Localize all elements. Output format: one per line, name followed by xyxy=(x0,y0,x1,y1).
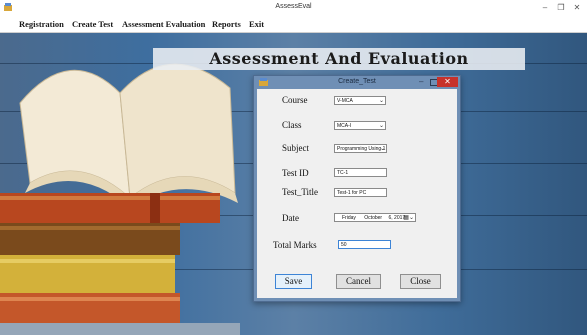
chevron-down-icon: ⌄ xyxy=(378,123,384,129)
page-heading: Assessment And Evaluation xyxy=(209,49,469,68)
calendar-icon[interactable]: ▦⌄ xyxy=(403,214,414,221)
course-value: V-MCA xyxy=(337,98,353,104)
course-select[interactable]: V-MCA ⌄ xyxy=(334,96,386,105)
chevron-down-icon: ⌄ xyxy=(379,146,385,152)
restore-icon[interactable]: ❐ xyxy=(556,2,566,14)
subject-value: Programming Using 1 xyxy=(337,146,386,152)
date-label: Date xyxy=(282,213,299,223)
date-picker[interactable]: Friday October 6, 2017 ▦⌄ xyxy=(334,213,416,222)
subject-select[interactable]: Programming Using 1 ⌄ xyxy=(334,144,387,153)
chevron-down-icon: ⌄ xyxy=(378,98,384,104)
class-select[interactable]: MCA-I ⌄ xyxy=(334,121,386,130)
test-title-label: Test_Title xyxy=(282,187,319,197)
total-marks-label: Total Marks xyxy=(273,240,317,250)
minimize-icon[interactable]: – xyxy=(419,78,423,86)
menu-assessment-evaluation[interactable]: Assessment Evaluation xyxy=(122,19,205,29)
close-icon[interactable]: ✕ xyxy=(437,77,458,87)
class-label: Class xyxy=(282,120,302,130)
course-label: Course xyxy=(282,95,308,105)
save-button[interactable]: Save xyxy=(275,274,312,289)
menu-exit[interactable]: Exit xyxy=(249,19,264,29)
date-day: Friday xyxy=(342,215,356,221)
page-heading-banner: Assessment And Evaluation xyxy=(153,48,525,70)
menu-registration[interactable]: Registration xyxy=(19,19,64,29)
date-month: October xyxy=(364,215,383,221)
cancel-button[interactable]: Cancel xyxy=(336,274,381,289)
menu-create-test[interactable]: Create Test xyxy=(72,19,113,29)
create-test-dialog: Create_Test – ✕ Course V-MCA ⌄ Class MCA… xyxy=(253,75,461,302)
test-id-input[interactable]: TC-1 xyxy=(334,168,387,177)
books-illustration xyxy=(0,63,240,335)
minimize-icon[interactable]: – xyxy=(540,2,550,14)
subject-label: Subject xyxy=(282,143,309,153)
dialog-title-bar[interactable]: Create_Test – ✕ xyxy=(254,76,460,89)
menu-reports[interactable]: Reports xyxy=(212,19,241,29)
menu-bar: Registration Create Test Assessment Eval… xyxy=(0,16,587,33)
close-button[interactable]: Close xyxy=(400,274,441,289)
test-title-input[interactable]: Test-1 for PC xyxy=(334,188,387,197)
close-icon[interactable]: ✕ xyxy=(572,2,582,14)
dialog-body: Course V-MCA ⌄ Class MCA-I ⌄ Subject Pro… xyxy=(257,89,457,298)
test-id-label: Test ID xyxy=(282,168,309,178)
window-title: AssessEval xyxy=(275,3,312,10)
total-marks-input[interactable]: 50 xyxy=(338,240,391,249)
title-bar: AssessEval – ❐ ✕ xyxy=(0,0,587,16)
class-value: MCA-I xyxy=(337,123,352,129)
